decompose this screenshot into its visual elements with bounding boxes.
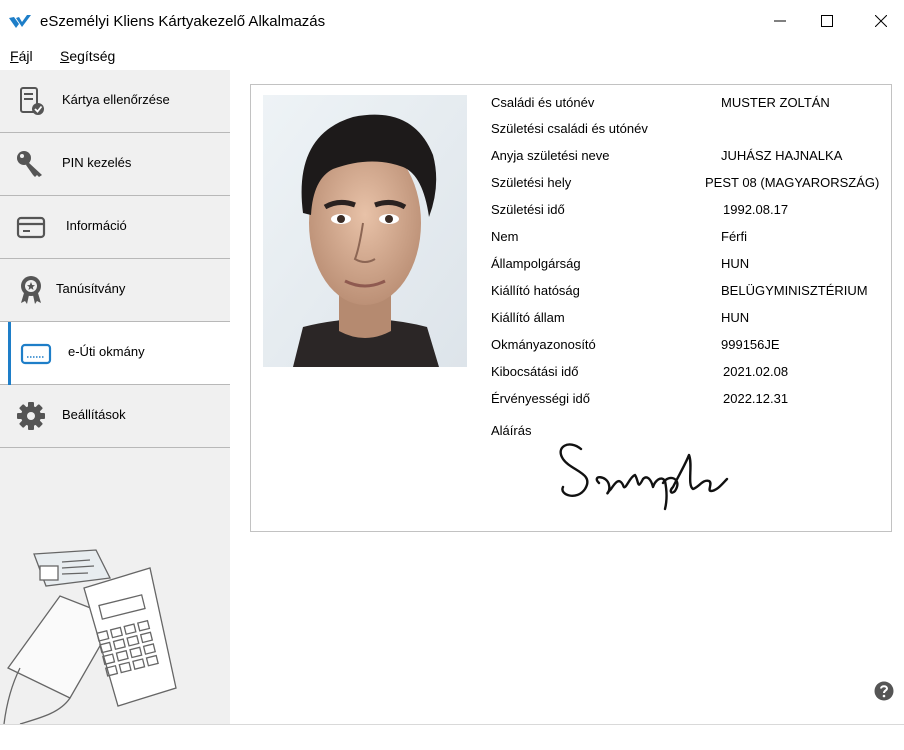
sidebar-item-e-travel-document[interactable]: e-Úti okmány [0,322,230,385]
maximize-icon [821,15,833,27]
menu-help[interactable]: Segítség [60,48,115,64]
sidebar-item-label: Kártya ellenőrzése [62,92,170,107]
sidebar-item-label: Információ [66,218,127,233]
close-icon [875,15,887,27]
passport-chip-icon [20,343,52,365]
sidebar-item-certificate[interactable]: Tanúsítvány [0,259,230,322]
field-label: Születési családi és utónév [491,121,648,136]
field-value: 2021.02.08 [723,364,789,379]
close-button[interactable] [858,6,904,36]
field-value: 999156JE [721,337,780,352]
field-label: Anyja születési neve [491,148,610,163]
field-label: Születési idő [491,202,565,217]
maximize-button[interactable] [804,6,850,36]
field-label: Családi és utónév [491,95,595,110]
field-value: MUSTER ZOLTÁN [721,95,830,110]
field-value: JUHÁSZ HAJNALKA [721,148,843,163]
sidebar-item-settings[interactable]: Beállítások [0,385,230,448]
title-bar: eSzemélyi Kliens Kártyakezelő Alkalmazás [0,0,904,40]
field-value: HUN [721,310,750,325]
field-label: Kibocsátási idő [491,364,579,379]
field-value: 2022.12.31 [723,391,789,406]
minimize-icon [774,20,786,22]
field-value: BELÜGYMINISZTÉRIUM [721,283,868,298]
status-bar-divider [0,724,904,725]
portrait-photo [263,95,467,367]
sidebar: Kártya ellenőrzése PIN kezelés Informáci… [0,70,230,724]
sidebar-item-label: Beállítások [62,407,126,422]
field-label: Állampolgárság [491,256,581,271]
sidebar-item-label: PIN kezelés [62,155,132,170]
field-value: PEST 08 (MAGYARORSZÁG) [705,175,880,190]
field-label: Születési hely [491,175,572,190]
help-icon[interactable] [874,681,894,701]
sidebar-item-label: Tanúsítvány [56,281,126,296]
field-label: Kiállító hatóság [491,283,580,298]
field-label: Kiállító állam [491,310,565,325]
signature-label: Aláírás [491,423,532,438]
field-value: 1992.08.17 [723,202,789,217]
field-label: Érvényességi idő [491,391,590,406]
field-value: Férfi [721,229,747,244]
sidebar-item-label: e-Úti okmány [68,344,145,359]
sidebar-item-information[interactable]: Információ [0,196,230,259]
sidebar-item-pin[interactable]: PIN kezelés [0,133,230,196]
window-title: eSzemélyi Kliens Kártyakezelő Alkalmazás [40,13,326,30]
card-reader-illustration [3,549,177,724]
gear-icon [17,402,45,430]
key-icon [17,151,42,177]
minimize-button[interactable] [757,6,803,36]
card-info-icon [16,216,46,239]
app-logo-icon [9,15,31,28]
menu-bar: Fájl Segítség [0,44,904,66]
certificate-icon [21,276,41,304]
field-label: Nem [491,229,519,244]
active-indicator [8,322,11,385]
menu-file[interactable]: Fájl [10,48,33,64]
card-check-icon [20,87,44,115]
field-label: Okmányazonosító [491,337,596,352]
field-value: HUN [721,256,750,271]
signature-image [559,443,729,511]
sidebar-item-card-check[interactable]: Kártya ellenőrzése [0,70,230,133]
document-panel: Családi és utónév MUSTER ZOLTÁN Születés… [250,84,892,532]
